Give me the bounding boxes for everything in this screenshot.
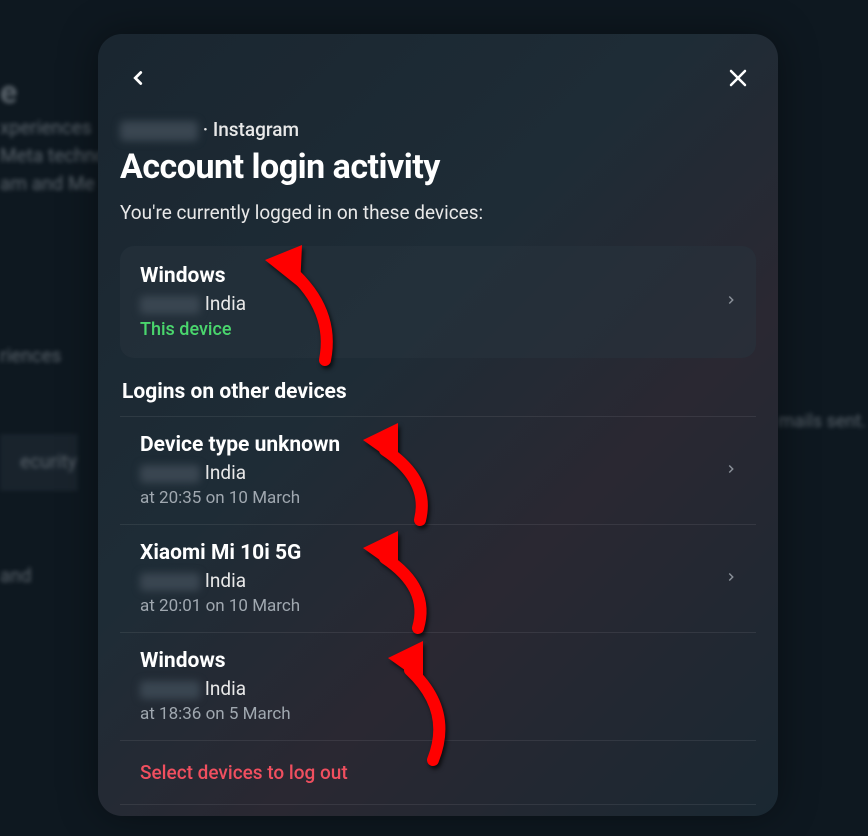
login-activity-modal: · Instagram Account login activity You'r… bbox=[98, 34, 778, 816]
close-button[interactable] bbox=[722, 62, 754, 94]
account-platform: · Instagram bbox=[198, 118, 299, 141]
device-list: Device type unknown India at 20:35 on 10… bbox=[120, 416, 756, 805]
redacted-city bbox=[140, 296, 200, 314]
chevron-left-icon bbox=[127, 67, 149, 89]
device-name: Windows bbox=[140, 264, 736, 288]
device-time: at 18:36 on 5 March bbox=[140, 704, 736, 724]
close-icon bbox=[726, 66, 750, 90]
logout-devices-link[interactable]: Select devices to log out bbox=[120, 741, 756, 805]
chevron-right-icon bbox=[724, 289, 738, 315]
bg-sidebar-item1: riences bbox=[0, 342, 61, 371]
redacted-city bbox=[140, 573, 200, 591]
device-name: Windows bbox=[140, 649, 736, 673]
bg-line2: Meta techno bbox=[0, 142, 106, 171]
device-name: Xiaomi Mi 10i 5G bbox=[140, 541, 736, 565]
device-location: India bbox=[140, 677, 736, 700]
subtitle: You're currently logged in on these devi… bbox=[120, 201, 756, 224]
device-row[interactable]: Windows India at 18:36 on 5 March bbox=[120, 633, 756, 741]
bg-line1: xperiences bbox=[0, 114, 92, 143]
device-location: India bbox=[140, 569, 736, 592]
this-device-label: This device bbox=[140, 319, 736, 340]
device-time: at 20:01 on 10 March bbox=[140, 596, 736, 616]
bg-right-fragment: mails sent. bbox=[779, 408, 867, 435]
device-name: Device type unknown bbox=[140, 433, 736, 457]
bg-line3: am and Me bbox=[0, 170, 95, 199]
redacted-username bbox=[120, 121, 198, 141]
account-line: · Instagram bbox=[120, 118, 756, 141]
bg-sidebar-security[interactable]: ecurity bbox=[0, 434, 78, 491]
redacted-city bbox=[140, 465, 200, 483]
redacted-city bbox=[140, 681, 200, 699]
bg-sidebar-item3: and bbox=[0, 562, 32, 591]
device-location: India bbox=[140, 292, 736, 315]
page-title: Account login activity bbox=[120, 147, 756, 187]
chevron-right-icon bbox=[724, 458, 738, 484]
device-time: at 20:35 on 10 March bbox=[140, 488, 736, 508]
current-device-card[interactable]: Windows India This device bbox=[120, 246, 756, 358]
chevron-right-icon bbox=[724, 566, 738, 592]
back-button[interactable] bbox=[122, 62, 154, 94]
other-devices-header: Logins on other devices bbox=[120, 380, 756, 404]
device-row[interactable]: Device type unknown India at 20:35 on 10… bbox=[120, 417, 756, 525]
modal-header bbox=[98, 62, 778, 94]
bg-title-fragment: e bbox=[0, 68, 17, 116]
modal-content: · Instagram Account login activity You'r… bbox=[98, 118, 778, 805]
device-row[interactable]: Xiaomi Mi 10i 5G India at 20:01 on 10 Ma… bbox=[120, 525, 756, 633]
device-location: India bbox=[140, 461, 736, 484]
